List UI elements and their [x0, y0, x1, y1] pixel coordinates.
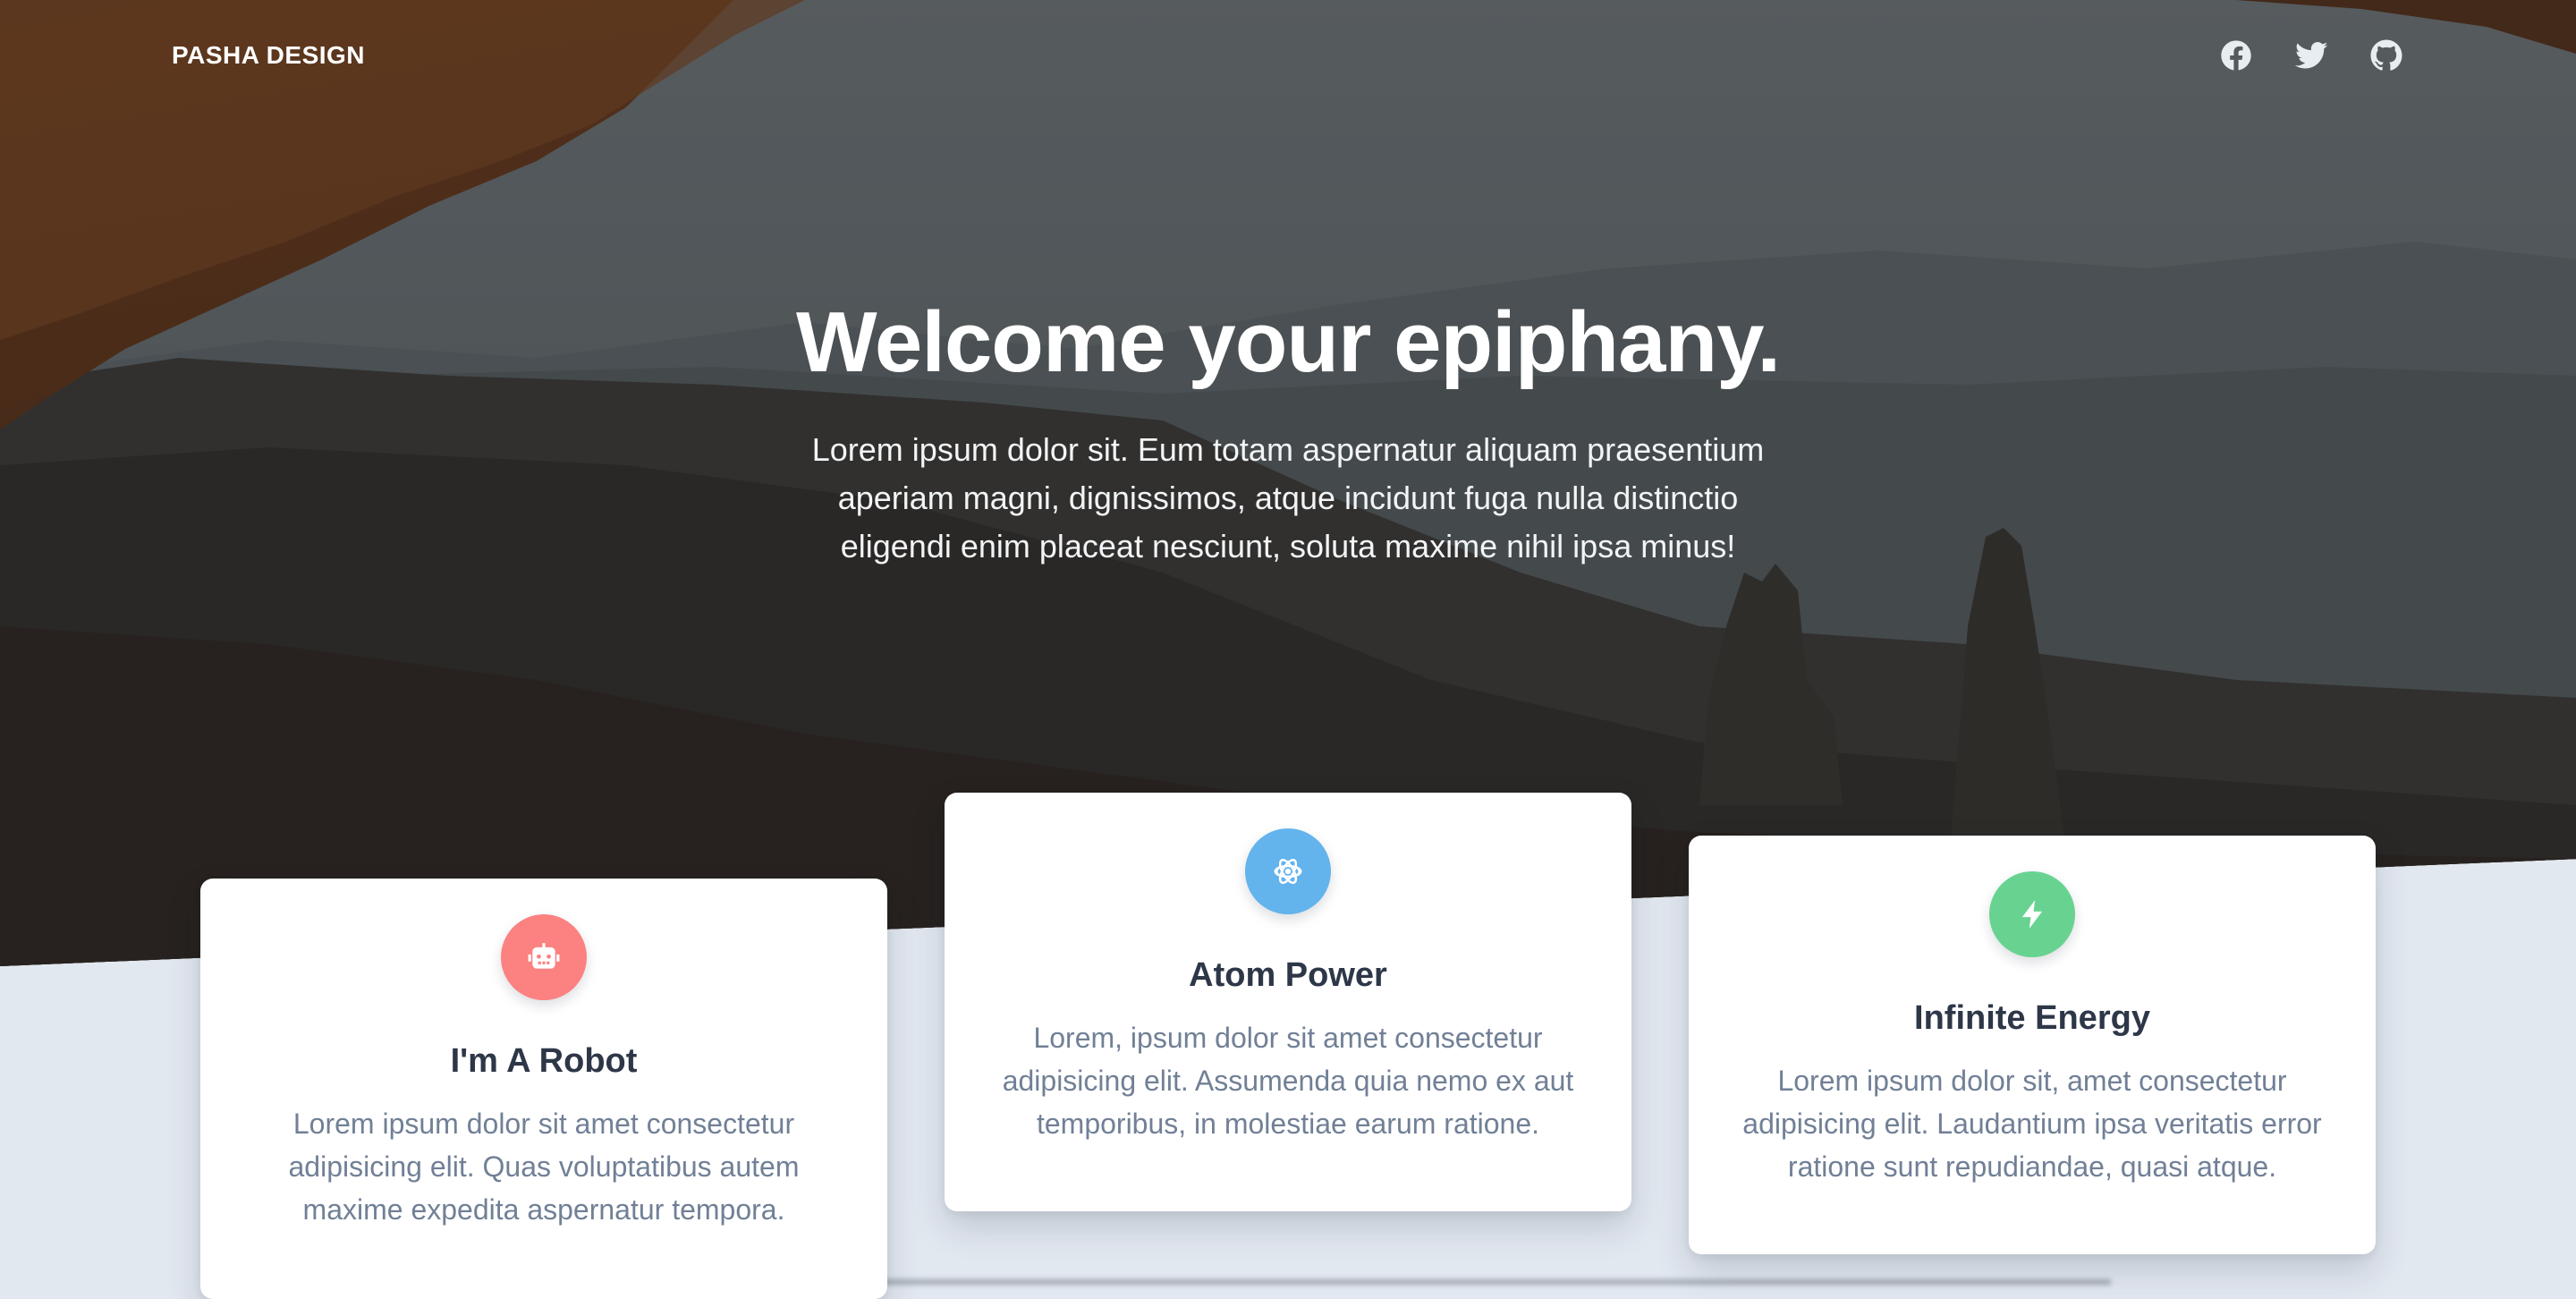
lightning-bolt-icon: [1989, 871, 2075, 957]
facebook-icon[interactable]: [2218, 38, 2254, 73]
card-title: Atom Power: [1189, 956, 1387, 994]
feature-card-robot: I'm A Robot Lorem ipsum dolor sit amet c…: [200, 879, 887, 1299]
feature-card-atom: Atom Power Lorem, ipsum dolor sit amet c…: [945, 793, 1631, 1211]
twitter-icon[interactable]: [2293, 38, 2329, 73]
card-description: Lorem ipsum dolor sit amet consectetur a…: [288, 1108, 800, 1226]
card-title: Infinite Energy: [1914, 999, 2150, 1037]
card-title: I'm A Robot: [450, 1042, 638, 1080]
hero-content: Welcome your epiphany. Lorem ipsum dolor…: [0, 284, 2576, 571]
brand-logo[interactable]: PASHA DESIGN: [172, 41, 365, 70]
card-description: Lorem ipsum dolor sit, amet consectetur …: [1742, 1065, 2322, 1183]
hero-description: Lorem ipsum dolor sit. Eum totam asperna…: [811, 431, 1765, 565]
card-description: Lorem, ipsum dolor sit amet consectetur …: [1002, 1022, 1574, 1140]
top-navbar: PASHA DESIGN: [172, 27, 2404, 84]
feature-card-energy: Infinite Energy Lorem ipsum dolor sit, a…: [1689, 836, 2376, 1254]
hero-title: Welcome your epiphany.: [795, 294, 1781, 390]
github-icon[interactable]: [2368, 38, 2404, 73]
robot-icon: [501, 914, 587, 1000]
social-links: [2218, 38, 2404, 73]
atom-icon: [1245, 828, 1331, 914]
